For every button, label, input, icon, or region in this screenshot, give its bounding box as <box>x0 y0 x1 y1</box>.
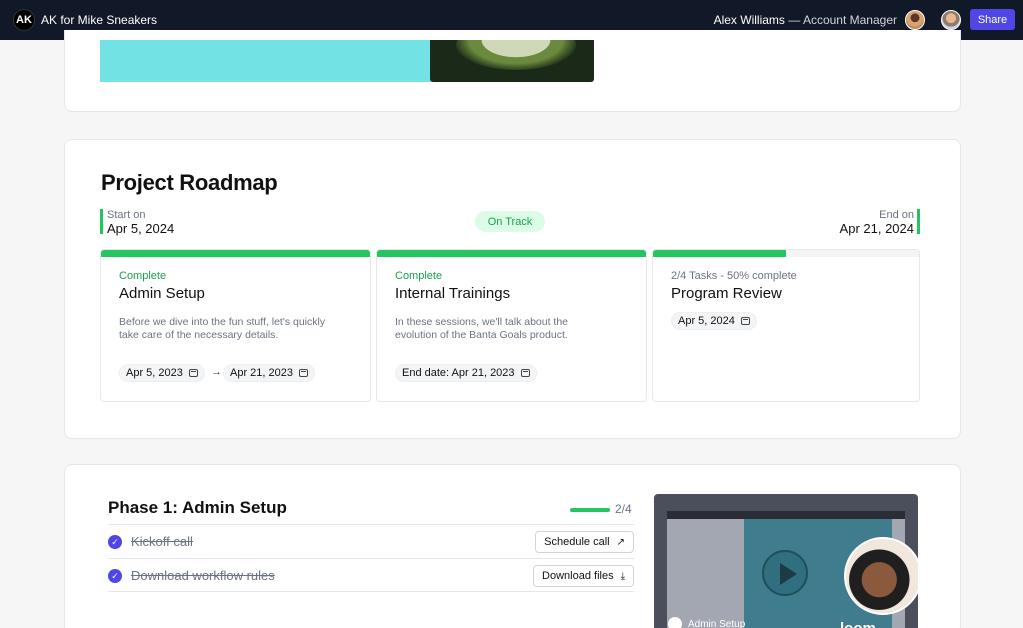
share-button[interactable]: Share <box>970 9 1015 30</box>
section-title: Phase 1: Admin Setup <box>108 498 287 517</box>
video-thumbnail[interactable]: Admin Setup loom <box>654 494 918 628</box>
button-label: Schedule call <box>544 536 610 548</box>
phase-status: Complete <box>119 270 167 282</box>
phase-card-admin-setup[interactable]: Complete Admin Setup Before we dive into… <box>100 249 371 402</box>
chip-date: Apr 21, 2023 <box>230 367 293 379</box>
task-count: 2/4 <box>615 502 632 516</box>
external-link-icon: ↗ <box>616 536 625 548</box>
task-row[interactable]: ✓ Download workflow rules Download files… <box>108 558 634 592</box>
phase-description: In these sessions, we'll talk about the … <box>395 316 569 341</box>
arrow-right-icon: → <box>211 366 222 378</box>
play-icon[interactable] <box>762 550 808 596</box>
calendar-icon <box>188 369 198 377</box>
phase-detail-card: Phase 1: Admin Setup 2/4 ✓ Kickoff call … <box>64 464 961 628</box>
user-name: Alex Williams <box>713 13 785 27</box>
end-date-chip[interactable]: Apr 21, 2023 <box>223 364 315 382</box>
calendar-icon <box>520 369 530 377</box>
phase-progress-bar <box>570 508 610 512</box>
phase-progress-track <box>377 250 646 257</box>
phase-status: Complete <box>395 270 443 282</box>
app-title: AK for Mike Sneakers <box>41 13 158 27</box>
loom-logo: loom <box>840 620 876 628</box>
start-label: Start on <box>107 209 146 221</box>
check-icon[interactable]: ✓ <box>108 569 122 583</box>
status-badge: On Track <box>475 211 545 232</box>
calendar-icon <box>740 317 750 325</box>
check-icon[interactable]: ✓ <box>108 535 122 549</box>
hero-image-product <box>430 40 594 82</box>
video-caption: Admin Setup <box>668 617 745 628</box>
phase-progress-track <box>101 250 370 257</box>
phase-title: Program Review <box>671 285 782 302</box>
start-date: Apr 5, 2024 <box>107 221 175 236</box>
download-icon: ⤓ <box>620 570 625 582</box>
phase-progress-track <box>653 250 919 257</box>
phase-progress-fill <box>377 250 646 257</box>
task-label: Kickoff call <box>131 534 193 549</box>
user-role: — Account Manager <box>788 13 897 27</box>
end-marker <box>917 209 920 234</box>
phase-title: Admin Setup <box>119 285 205 302</box>
video-caption-text: Admin Setup <box>688 618 746 628</box>
date-chip[interactable]: Apr 5, 2024 <box>671 312 757 330</box>
video-avatar-icon <box>668 617 682 628</box>
app-logo[interactable]: AK <box>13 9 35 31</box>
calendar-icon <box>299 369 308 377</box>
end-date-chip[interactable]: End date: Apr 21, 2023 <box>395 364 537 382</box>
phase-card-program-review[interactable]: 2/4 Tasks - 50% complete Program Review … <box>652 249 920 402</box>
phase-title: Internal Trainings <box>395 285 511 302</box>
chip-date: End date: Apr 21, 2023 <box>402 367 515 379</box>
button-label: Download files <box>542 570 614 582</box>
video-window-bar <box>667 511 905 519</box>
phase-status: 2/4 Tasks - 50% complete <box>671 270 797 282</box>
phase-progress-fill <box>101 250 370 257</box>
task-row[interactable]: ✓ Kickoff call Schedule call ↗ <box>108 524 634 558</box>
phase-card-internal-trainings[interactable]: Complete Internal Trainings In these ses… <box>376 249 647 402</box>
chip-date: Apr 5, 2023 <box>126 367 183 379</box>
end-label: End on <box>879 209 914 221</box>
schedule-call-button[interactable]: Schedule call ↗ <box>535 531 634 553</box>
end-date: Apr 21, 2024 <box>839 221 914 236</box>
project-roadmap-card: Project Roadmap Start on Apr 5, 2024 On … <box>64 139 961 439</box>
avatar[interactable] <box>941 10 961 30</box>
phase-description: Before we dive into the fun stuff, let's… <box>119 316 326 341</box>
page-title: Project Roadmap <box>101 170 278 195</box>
chip-date: Apr 5, 2024 <box>678 315 735 327</box>
task-label: Download workflow rules <box>131 568 275 583</box>
hero-image-teal <box>100 40 431 82</box>
start-marker <box>100 209 103 234</box>
avatar[interactable] <box>905 10 925 30</box>
phase-progress-fill <box>653 250 786 257</box>
start-date-chip[interactable]: Apr 5, 2023 <box>119 364 205 382</box>
download-files-button[interactable]: Download files ⤓ <box>533 565 634 587</box>
hero-card <box>64 30 961 112</box>
presenter-avatar <box>844 537 918 615</box>
user-info: Alex Williams — Account Manager <box>714 13 897 27</box>
